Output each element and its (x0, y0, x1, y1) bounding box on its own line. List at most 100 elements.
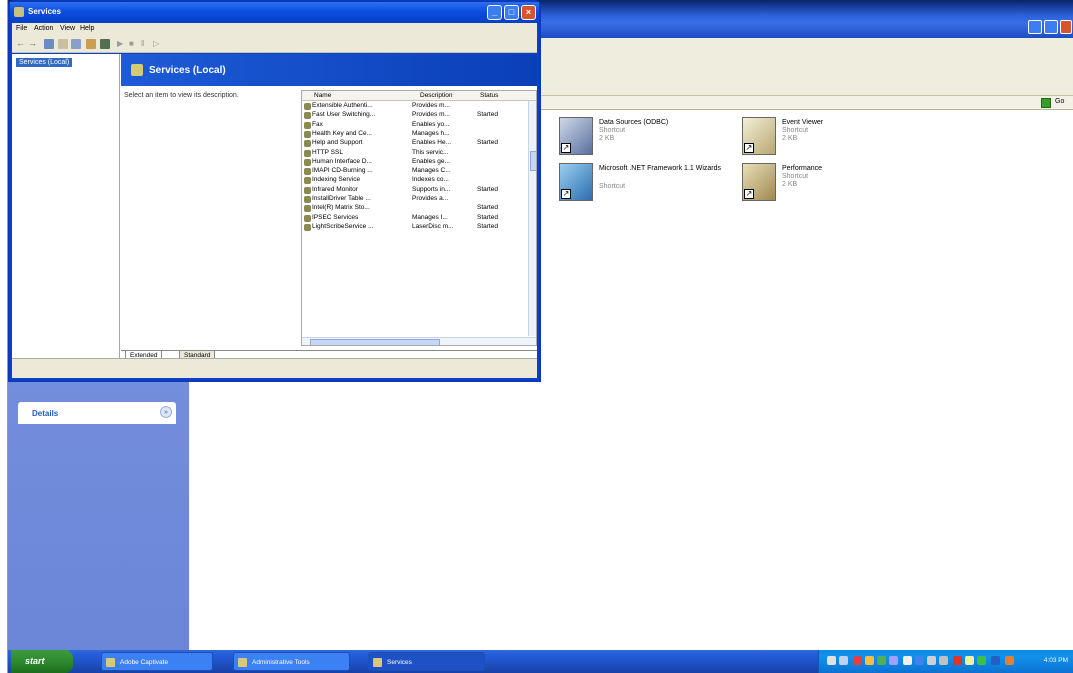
service-name: IPSEC Services (312, 213, 359, 221)
antivirus-icon[interactable] (877, 656, 886, 665)
back-arrow-icon[interactable]: ← (16, 39, 26, 49)
bluetooth-icon[interactable] (915, 656, 924, 665)
close-button[interactable] (1060, 20, 1072, 34)
adobe-icon[interactable] (953, 656, 962, 665)
table-row[interactable]: IMAPI CD-Burning ... Manages C... (302, 167, 528, 176)
up-folder-icon[interactable] (44, 39, 54, 49)
show-tree-icon[interactable] (58, 39, 68, 49)
table-row[interactable]: Infrared Monitor Supports in... Started (302, 186, 528, 195)
task-adobe-captivate[interactable]: Adobe Captivate (101, 652, 213, 671)
maximize-button[interactable] (1044, 20, 1058, 34)
service-status: Started (477, 222, 498, 230)
refresh-icon[interactable] (86, 39, 96, 49)
expand-chevron-icon[interactable]: » (160, 406, 172, 418)
table-row[interactable]: Health Key and Ce... Manages h... (302, 130, 528, 139)
service-status: Started (477, 213, 498, 221)
update-icon[interactable] (865, 656, 874, 665)
tile-type: Shortcut (599, 127, 626, 134)
services-titlebar[interactable]: Services _ □ × (10, 2, 539, 22)
vertical-scrollbar[interactable] (528, 101, 536, 336)
table-row[interactable]: InstallDriver Table ... Provides a... (302, 195, 528, 204)
table-row[interactable]: Indexing Service Indexes co... (302, 176, 528, 185)
network-icon[interactable] (827, 656, 836, 665)
shield-icon[interactable] (1005, 656, 1014, 665)
sync-icon[interactable] (991, 656, 1000, 665)
properties-icon[interactable] (71, 39, 81, 49)
tree-item-services-local[interactable]: Services (Local) (16, 58, 73, 67)
minimize-button[interactable]: _ (487, 5, 502, 20)
forward-arrow-icon[interactable]: → (28, 39, 38, 49)
services-gear-icon (131, 64, 143, 76)
table-row[interactable]: IPSEC Services Manages I... Started (302, 214, 528, 223)
pane-title: Services (Local) (149, 65, 226, 76)
tile-type: Shortcut (782, 173, 809, 180)
service-description: Enables ge... (412, 157, 450, 165)
pause-icon[interactable]: ‖ (141, 39, 151, 49)
menu-help[interactable]: Help (80, 25, 94, 32)
task-services[interactable]: Services (368, 652, 485, 671)
table-row[interactable]: Fax Enables yo... (302, 121, 528, 130)
desktop-screen: Go Details » ↗ Data Sources (ODBC) Short… (7, 0, 1073, 673)
task-label: Services (387, 659, 412, 666)
service-gear-icon (304, 223, 311, 231)
scroll-thumb[interactable] (530, 151, 536, 171)
column-header-status[interactable]: Status (480, 92, 498, 99)
details-panel-header[interactable]: Details » (18, 402, 176, 424)
battery-icon[interactable] (903, 656, 912, 665)
security-icon[interactable] (853, 656, 862, 665)
service-description: Supports in... (412, 185, 451, 193)
display-icon[interactable] (927, 656, 936, 665)
horizontal-scrollbar[interactable] (302, 337, 536, 345)
go-arrow-icon[interactable] (1041, 98, 1051, 108)
wireless-icon[interactable] (889, 656, 898, 665)
tile-size: 2 KB (782, 181, 798, 188)
scroll-thumb[interactable] (310, 339, 440, 345)
service-description: This servic... (412, 148, 449, 156)
play-icon[interactable]: ▶ (117, 39, 127, 49)
service-name: Infrared Monitor (312, 185, 358, 193)
table-row[interactable]: HTTP SSL This servic... (302, 149, 528, 158)
clock[interactable]: 4:03 PM (1044, 657, 1068, 664)
maximize-button[interactable]: □ (504, 5, 519, 20)
tile-data-sources[interactable]: ↗ Data Sources (ODBC) Shortcut 2 KB (559, 117, 759, 161)
menu-action[interactable]: Action (34, 25, 53, 32)
messenger-icon[interactable] (977, 656, 986, 665)
table-row[interactable]: Fast User Switching... Provides m... Start… (302, 111, 528, 120)
stop-icon[interactable]: ■ (129, 39, 139, 49)
service-description: Indexes co... (412, 176, 449, 184)
printer-icon[interactable] (939, 656, 948, 665)
tile-name: Microsoft .NET Framework 1.1 Wizards (599, 165, 722, 172)
service-name: Human Interface D... (312, 157, 372, 165)
column-header-description[interactable]: Description (420, 92, 453, 99)
column-header-name[interactable]: Name (314, 92, 331, 99)
table-row[interactable]: Help and Support Enables He... Started (302, 139, 528, 148)
service-gear-icon (304, 112, 311, 120)
close-button[interactable]: × (521, 5, 536, 20)
tile-net-framework[interactable]: ↗ Microsoft .NET Framework 1.1 Wizards S… (559, 163, 759, 207)
table-row[interactable]: Intel(R) Matrix Sto... Started (302, 204, 528, 213)
details-label: Details (32, 409, 59, 418)
service-name: Help and Support (312, 139, 363, 147)
tile-size: 2 KB (782, 135, 798, 142)
menu-view[interactable]: View (60, 25, 75, 32)
start-button[interactable]: start (11, 650, 73, 673)
service-name: Extensible Authenti... (312, 102, 373, 109)
table-row[interactable]: Human Interface D... Enables ge... (302, 158, 528, 167)
tile-event-viewer[interactable]: ↗ Event Viewer Shortcut 2 KB (742, 117, 942, 161)
service-description: Enables He... (412, 139, 452, 147)
table-row[interactable]: Extensible Authenti... Provides m... (302, 102, 528, 111)
service-name: Fax (312, 120, 323, 128)
go-label[interactable]: Go (1055, 98, 1064, 105)
restart-icon[interactable]: ▷ (153, 39, 163, 49)
tile-performance[interactable]: ↗ Performance Shortcut 2 KB (742, 163, 942, 207)
export-list-icon[interactable] (100, 39, 110, 49)
menu-file[interactable]: File (16, 25, 27, 32)
volume-icon[interactable] (839, 656, 848, 665)
service-description: Provides m... (412, 102, 450, 109)
table-row[interactable]: LightScribeService ... LaserDisc m... Star… (302, 223, 528, 232)
service-gear-icon (304, 168, 311, 176)
task-administrative-tools[interactable]: Administrative Tools (233, 652, 350, 671)
minimize-button[interactable] (1028, 20, 1042, 34)
mail-icon[interactable] (965, 656, 974, 665)
service-description: Manages h... (412, 129, 450, 137)
